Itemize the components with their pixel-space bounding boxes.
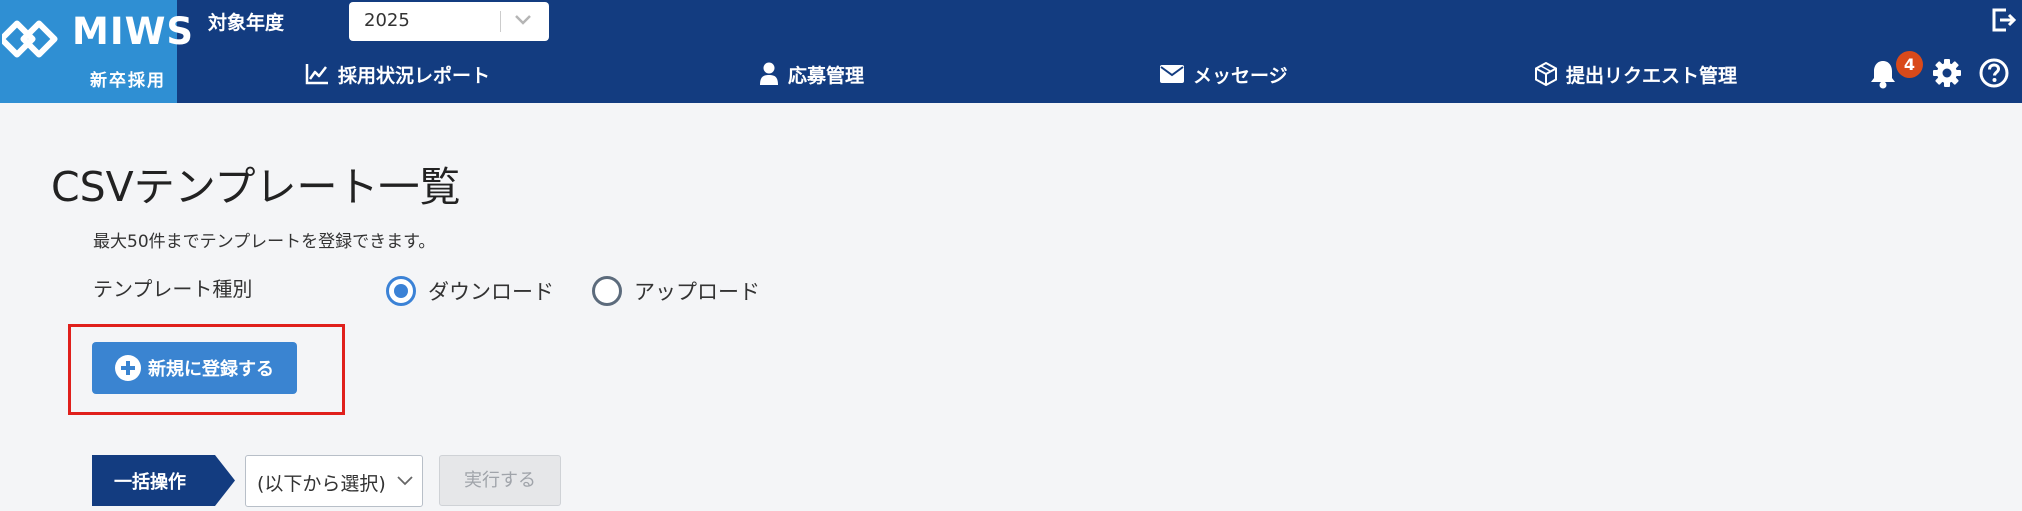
execute-button[interactable]: 実行する [439, 455, 561, 506]
nav-label: 提出リクエスト管理 [1566, 64, 1738, 87]
logout-icon[interactable] [1991, 7, 2017, 33]
radio-checked-icon [386, 276, 416, 306]
radio-upload-label: アップロード [634, 280, 760, 304]
gear-icon[interactable] [1932, 58, 1962, 88]
target-year-value: 2025 [364, 10, 410, 31]
new-register-label: 新規に登録する [148, 359, 274, 380]
chevron-down-icon [515, 15, 531, 25]
nav-label: 採用状況レポート [338, 64, 491, 87]
radio-download-label: ダウンロード [428, 280, 554, 304]
nav-label: 応募管理 [788, 64, 865, 87]
plus-circle-icon [115, 355, 141, 381]
chart-line-icon [305, 64, 328, 85]
help-icon[interactable] [1979, 58, 2009, 88]
nav-recruitment-report[interactable]: 採用状況レポート [305, 57, 490, 91]
bulk-select-value: (以下から選択) [257, 473, 386, 495]
nav-label: メッセージ [1193, 64, 1288, 87]
chevron-down-icon [397, 476, 413, 486]
template-type-label: テンプレート種別 [93, 277, 253, 301]
new-register-button[interactable]: 新規に登録する [92, 342, 297, 394]
logo-text: MIWS [72, 10, 195, 53]
envelope-icon [1160, 65, 1184, 83]
nav-messages[interactable]: メッセージ [1160, 57, 1288, 91]
nav-submission-request-management[interactable]: 提出リクエスト管理 [1535, 57, 1737, 91]
person-icon [760, 62, 778, 85]
nav-application-management[interactable]: 応募管理 [759, 57, 864, 91]
radio-upload[interactable]: アップロード [592, 276, 760, 306]
target-year-select[interactable]: 2025 [349, 2, 549, 41]
logo-subtitle: 新卒採用 [90, 71, 166, 91]
page-title: CSVテンプレート一覧 [51, 163, 461, 211]
bulk-operation-select[interactable]: (以下から選択) [245, 455, 423, 507]
bulk-operation-label: 一括操作 [92, 455, 235, 506]
bell-icon[interactable] [1869, 59, 1897, 89]
notification-badge: 4 [1896, 51, 1923, 78]
target-year-label: 対象年度 [208, 12, 285, 34]
global-header: MIWS 新卒採用 対象年度 2025 採用状況レポート 応募管理 メッセージ [0, 0, 2022, 103]
radio-download[interactable]: ダウンロード [386, 276, 554, 306]
logo-mark-icon [2, 20, 58, 58]
select-separator [500, 11, 501, 32]
radio-unchecked-icon [592, 276, 622, 306]
template-limit-note: 最大50件までテンプレートを登録できます。 [93, 232, 436, 252]
logo[interactable]: MIWS 新卒採用 [0, 0, 193, 103]
cube-icon [1535, 62, 1557, 86]
